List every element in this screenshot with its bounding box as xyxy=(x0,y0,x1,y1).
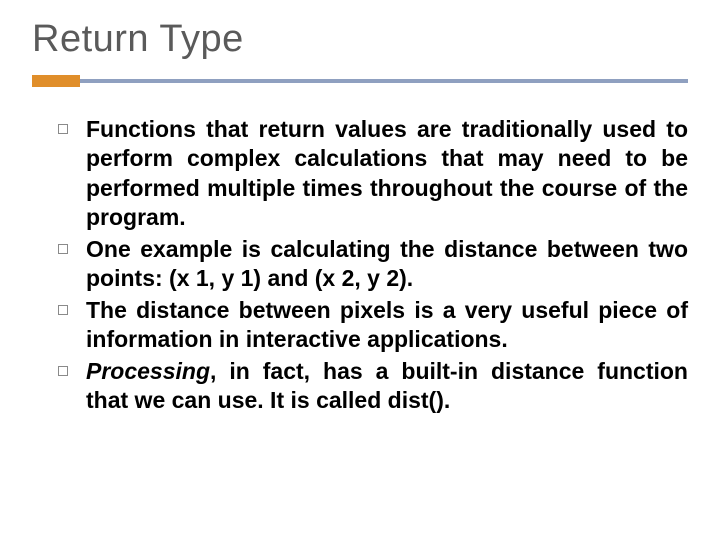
bullet-item: The distance between pixels is a very us… xyxy=(58,296,688,355)
title-rule xyxy=(32,75,688,87)
bullet-text: Functions that return values are traditi… xyxy=(86,115,688,233)
bullet-text: One example is calculating the distance … xyxy=(86,235,688,294)
slide-title: Return Type xyxy=(32,18,688,61)
bullet-text: The distance between pixels is a very us… xyxy=(86,296,688,355)
bullet-item: One example is calculating the distance … xyxy=(58,235,688,294)
bullet-icon xyxy=(58,305,68,315)
bullet-icon xyxy=(58,244,68,254)
bullet-icon xyxy=(58,124,68,134)
rule-accent xyxy=(32,75,80,87)
rule-line xyxy=(32,79,688,83)
bullet-item: Processing, in fact, has a built-in dist… xyxy=(58,357,688,416)
bullet-icon xyxy=(58,366,68,376)
bullet-item: Functions that return values are traditi… xyxy=(58,115,688,233)
bullet-text: Processing, in fact, has a built-in dist… xyxy=(86,357,688,416)
content-area: Functions that return values are traditi… xyxy=(32,115,688,520)
slide: Return Type Functions that return values… xyxy=(0,0,720,540)
